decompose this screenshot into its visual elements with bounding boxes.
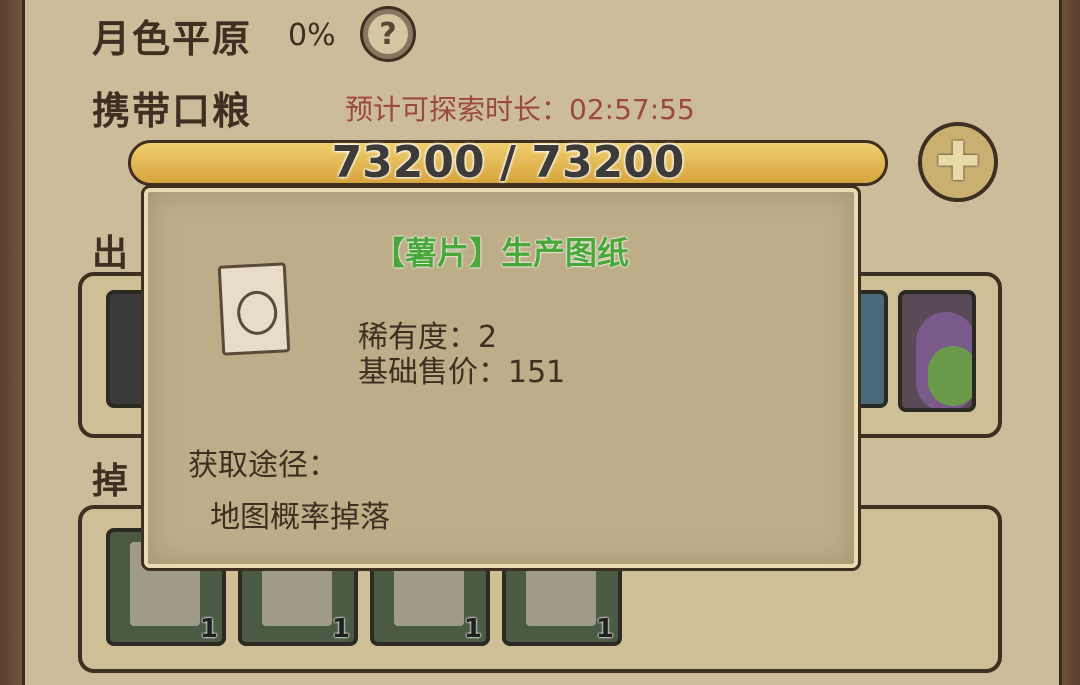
add-food-button[interactable]: ✚ <box>918 122 998 202</box>
party-monster-slot[interactable] <box>898 290 976 412</box>
food-bar-text: 73200 / 73200 <box>331 137 685 188</box>
explore-time-estimate: 预计可探索时长：02:57:55 <box>345 93 695 126</box>
blueprint-mark-icon <box>236 289 279 336</box>
item-tooltip[interactable]: 【薯片】生产图纸 稀有度：2 基础售价：151 获取途径： 地图概率掉落 <box>144 188 858 568</box>
question-icon: ? <box>368 14 408 54</box>
region-progress: 0% <box>288 18 336 53</box>
plus-icon: ✚ <box>935 130 981 193</box>
help-button[interactable]: ? <box>360 6 416 62</box>
monster-belly <box>928 346 972 406</box>
drop-count: 1 <box>199 614 218 644</box>
drop-count: 1 <box>463 614 482 644</box>
region-name: 月色平原 <box>92 17 253 61</box>
food-label: 携带口粮 <box>92 89 253 133</box>
drop-count: 1 <box>595 614 614 644</box>
drops-section-label: 掉 <box>92 461 129 502</box>
tooltip-source-label: 获取途径： <box>188 448 338 483</box>
tooltip-base-price: 基础售价：151 <box>358 355 566 390</box>
drop-count: 1 <box>331 614 350 644</box>
party-section-label: 出 <box>92 233 129 274</box>
food-bar: 73200 / 73200 <box>128 137 888 188</box>
blueprint-paper-icon <box>217 262 291 356</box>
tooltip-source: 地图概率掉落 <box>210 500 390 535</box>
